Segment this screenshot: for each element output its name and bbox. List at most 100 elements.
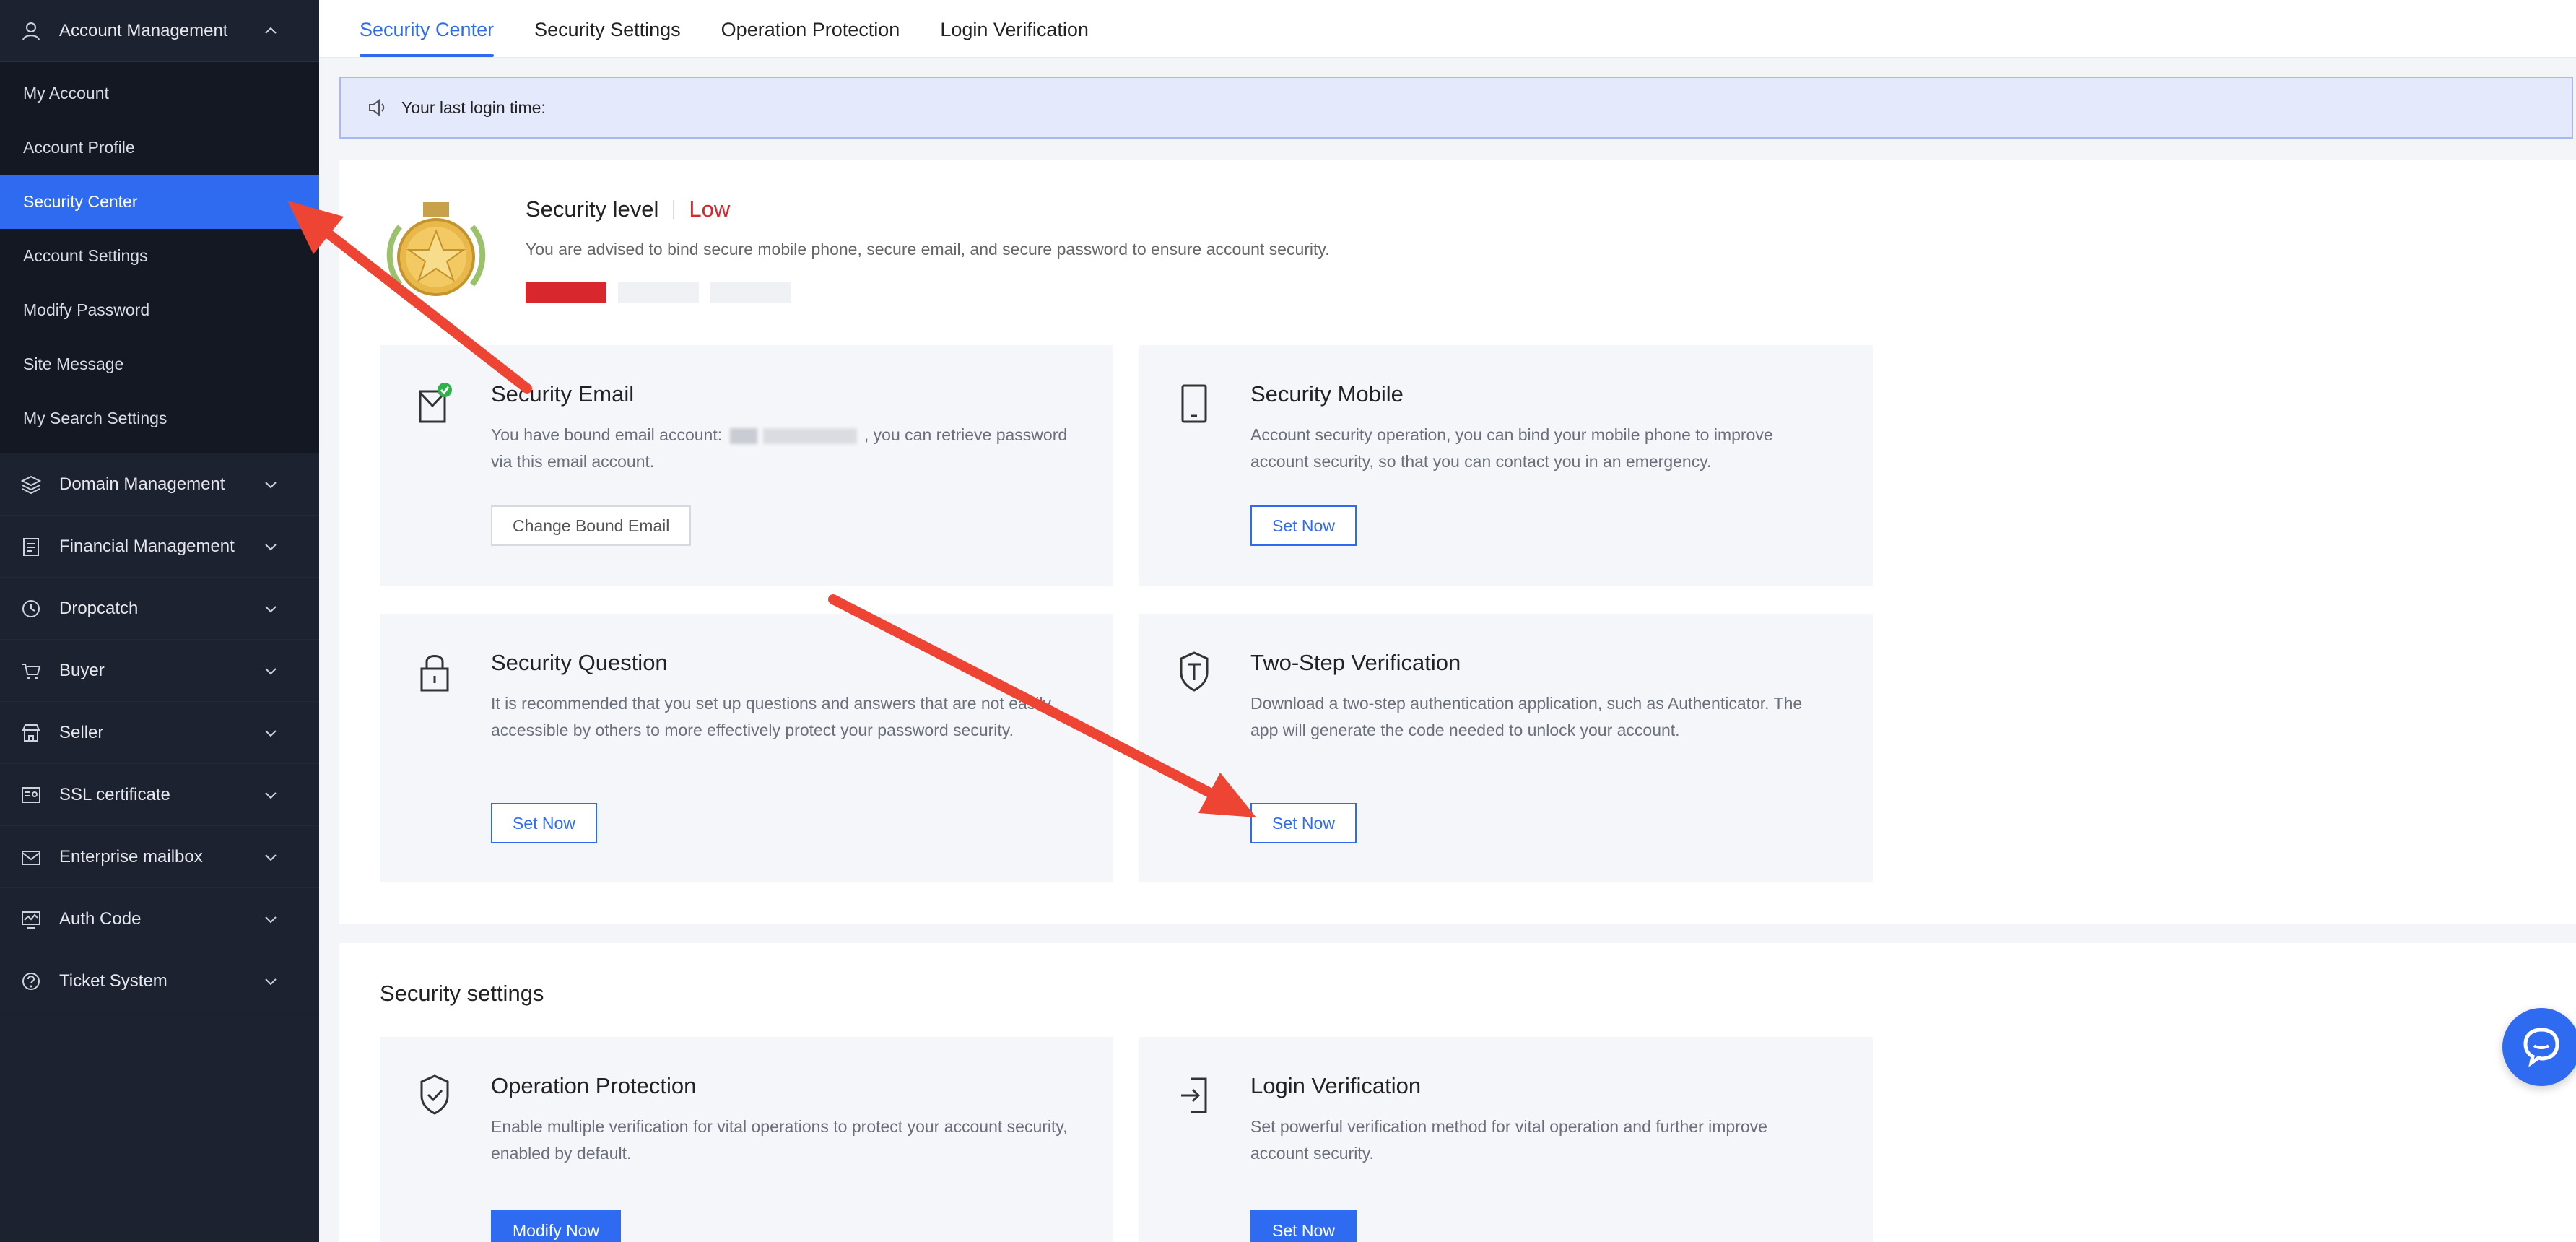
sidebar-item-account-profile[interactable]: Account Profile — [0, 121, 319, 175]
email-verified-icon — [417, 380, 452, 426]
chevron-down-icon — [263, 787, 279, 803]
level-bar-1 — [526, 282, 606, 303]
tab-login-verification[interactable]: Login Verification — [940, 19, 1089, 57]
security-level-value: Low — [689, 196, 731, 222]
tab-security-center[interactable]: Security Center — [360, 19, 495, 57]
card-security-question: Security Question It is recommended that… — [380, 614, 1113, 882]
account-submenu: My Account Account Profile Security Cent… — [0, 62, 319, 453]
sidebar-group-seller[interactable]: Seller — [0, 702, 319, 764]
redacted-email — [729, 427, 757, 444]
card-title: Security Mobile — [1250, 381, 1404, 407]
sidebar-group-domain-management[interactable]: Domain Management — [0, 453, 319, 516]
chevron-up-icon — [263, 23, 279, 39]
tab-security-settings[interactable]: Security Settings — [534, 19, 681, 57]
change-bound-email-button[interactable]: Change Bound Email — [491, 505, 692, 546]
card-title: Security Email — [491, 381, 635, 407]
mobile-phone-icon — [1177, 380, 1211, 426]
card-desc: Download a two-step authentication appli… — [1250, 694, 1803, 739]
set-question-button[interactable]: Set Now — [491, 803, 597, 843]
chevron-down-icon — [263, 539, 279, 555]
sidebar-group-account-management[interactable]: Account Management — [0, 0, 319, 62]
clock-icon — [20, 598, 42, 620]
card-title: Two-Step Verification — [1250, 650, 1461, 675]
email-desc-prefix: You have bound email account: — [491, 425, 723, 444]
sidebar-item-my-search-settings[interactable]: My Search Settings — [0, 391, 319, 446]
medal-icon — [378, 198, 494, 313]
sidebar-groups: Domain Management Financial Management D… — [0, 453, 319, 1012]
sidebar-group-ssl-certificate[interactable]: SSL certificate — [0, 764, 319, 826]
sidebar-group-enterprise-mailbox[interactable]: Enterprise mailbox — [0, 826, 319, 888]
redacted-email — [762, 427, 857, 444]
cart-icon — [20, 660, 42, 682]
user-icon — [20, 20, 42, 42]
speaker-icon — [367, 97, 388, 118]
monitor-icon — [20, 908, 42, 930]
sidebar-group-dropcatch[interactable]: Dropcatch — [0, 578, 319, 640]
security-level-desc: You are advised to bind secure mobile ph… — [526, 240, 1330, 259]
shield-check-icon — [417, 1072, 452, 1118]
chevron-down-icon — [263, 477, 279, 492]
chevron-down-icon — [263, 911, 279, 927]
chevron-down-icon — [263, 663, 279, 679]
card-desc: Account security operation, you can bind… — [1250, 425, 1773, 471]
main-content: Security Center Security Settings Operat… — [319, 0, 2576, 1242]
ledger-icon — [20, 536, 42, 557]
sidebar: Account Management My Account Account Pr… — [0, 0, 319, 1242]
two-step-shield-icon — [1177, 648, 1211, 695]
card-login-verification: Login Verification Set powerful verifica… — [1139, 1037, 1873, 1242]
sidebar-item-security-center[interactable]: Security Center — [0, 175, 319, 229]
notice-text: Your last login time: — [401, 97, 546, 117]
card-title: Security Question — [491, 650, 668, 675]
security-settings-panel: Security settings Operation Protection E… — [339, 943, 2576, 1242]
top-tabs: Security Center Security Settings Operat… — [319, 0, 2576, 58]
set-mobile-button[interactable]: Set Now — [1250, 505, 1357, 546]
sidebar-item-modify-password[interactable]: Modify Password — [0, 283, 319, 337]
modify-now-button[interactable]: Modify Now — [491, 1210, 622, 1242]
card-desc: You have bound email account: , you can … — [491, 422, 1069, 475]
sidebar-group-ticket-system[interactable]: Ticket System — [0, 950, 319, 1012]
card-title: Operation Protection — [491, 1073, 697, 1098]
security-center-panel: Security level Low You are advised to bi… — [339, 160, 2576, 924]
sidebar-group-financial-management[interactable]: Financial Management — [0, 516, 319, 578]
security-level-meter — [526, 282, 803, 303]
sidebar-item-site-message[interactable]: Site Message — [0, 337, 319, 391]
mailbox-icon — [20, 846, 42, 868]
chevron-down-icon — [263, 725, 279, 741]
set-login-verification-button[interactable]: Set Now — [1250, 1210, 1357, 1242]
sidebar-group-label: Buyer — [59, 660, 105, 680]
sidebar-item-account-settings[interactable]: Account Settings — [0, 229, 319, 283]
layers-icon — [20, 474, 42, 495]
question-icon — [20, 970, 42, 992]
sidebar-item-my-account[interactable]: My Account — [0, 66, 319, 121]
login-notice: Your last login time: — [339, 77, 2573, 139]
chat-bubble-icon — [2520, 1024, 2563, 1071]
tab-operation-protection[interactable]: Operation Protection — [721, 19, 900, 57]
card-security-mobile: Security Mobile Account security operati… — [1139, 345, 1873, 586]
card-desc: Enable multiple verification for vital o… — [491, 1117, 1068, 1163]
card-two-step-verification: Two-Step Verification Download a two-ste… — [1139, 614, 1873, 882]
set-two-step-button[interactable]: Set Now — [1250, 803, 1357, 843]
sidebar-group-label: Account Management — [59, 20, 228, 40]
security-level-label: Security level — [526, 196, 659, 222]
certificate-icon — [20, 784, 42, 806]
sidebar-group-label: Enterprise mailbox — [59, 846, 203, 867]
lock-icon — [417, 648, 452, 695]
sidebar-group-auth-code[interactable]: Auth Code — [0, 888, 319, 950]
sidebar-group-buyer[interactable]: Buyer — [0, 640, 319, 702]
store-icon — [20, 722, 42, 744]
card-title: Login Verification — [1250, 1073, 1422, 1098]
card-desc: It is recommended that you set up questi… — [491, 694, 1052, 739]
card-operation-protection: Operation Protection Enable multiple ver… — [380, 1037, 1113, 1242]
chevron-down-icon — [263, 849, 279, 865]
sidebar-group-label: Seller — [59, 722, 104, 742]
level-bar-3 — [710, 282, 791, 303]
chevron-down-icon — [263, 601, 279, 617]
card-security-email: Security Email You have bound email acco… — [380, 345, 1113, 586]
sidebar-group-label: Dropcatch — [59, 598, 139, 618]
sidebar-group-label: Domain Management — [59, 474, 225, 494]
sidebar-group-label: SSL certificate — [59, 784, 170, 804]
card-desc: Set powerful verification method for vit… — [1250, 1117, 1767, 1163]
security-level-title: Security level Low — [526, 196, 730, 222]
level-bar-2 — [618, 282, 699, 303]
live-chat-button[interactable] — [2502, 1008, 2576, 1086]
